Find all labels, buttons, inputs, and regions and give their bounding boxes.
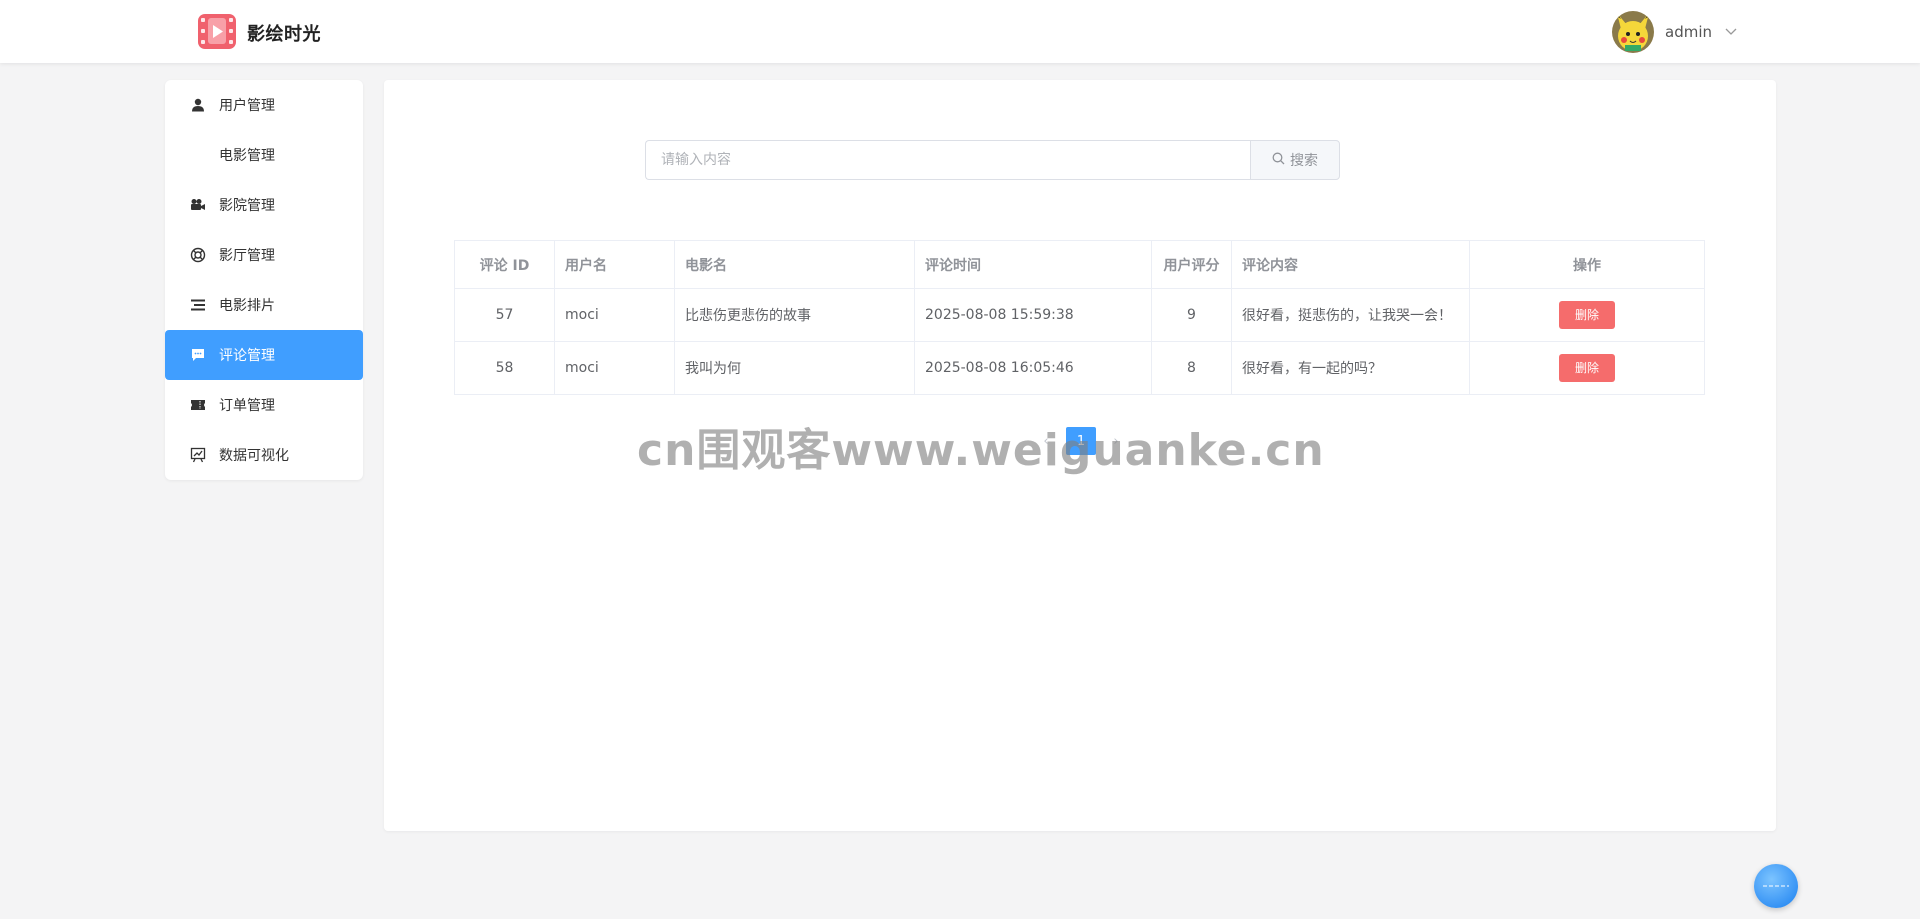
sidebar-item-halls[interactable]: 影厅管理 <box>165 230 363 280</box>
sidebar-item-label: 订单管理 <box>219 398 275 414</box>
cell-action: 删除 <box>1469 341 1705 395</box>
user-icon <box>188 95 208 115</box>
sidebar-item-comments[interactable]: 评论管理 <box>165 330 363 380</box>
blank-icon <box>188 145 208 165</box>
search-input[interactable] <box>645 140 1250 180</box>
chevron-down-icon[interactable] <box>1725 26 1737 39</box>
cell-score: 9 <box>1151 288 1232 342</box>
user-menu[interactable]: admin <box>1612 11 1737 53</box>
top-header: 影绘时光 admin <box>0 0 1920 63</box>
chevron-left-icon[interactable]: ‹ <box>1032 427 1060 455</box>
column-header: 用户评分 <box>1151 240 1232 289</box>
sidebar-item-label: 影院管理 <box>219 198 275 214</box>
comments-table: 评论 ID 用户名 电影名 评论时间 用户评分 评论内容 操作 57 moci … <box>454 240 1705 395</box>
chevron-right-icon[interactable]: › <box>1102 427 1130 455</box>
sidebar-item-cinemas[interactable]: 影院管理 <box>165 180 363 230</box>
sidebar-item-orders[interactable]: 订单管理 <box>165 380 363 430</box>
cell-time: 2025-08-08 16:05:46 <box>914 341 1152 395</box>
sidebar-item-schedule[interactable]: 电影排片 <box>165 280 363 330</box>
delete-button[interactable]: 删除 <box>1559 301 1615 329</box>
cell-movie: 我叫为何 <box>674 341 915 395</box>
column-header: 评论 ID <box>454 240 555 289</box>
username[interactable]: admin <box>1665 23 1712 41</box>
sidebar-item-label: 数据可视化 <box>219 448 289 464</box>
column-header: 评论内容 <box>1231 240 1470 289</box>
pagination: ‹ 1 › <box>1032 427 1130 455</box>
cell-id: 57 <box>454 288 555 342</box>
cell-user: moci <box>554 341 675 395</box>
list-icon <box>188 295 208 315</box>
brand-title: 影绘时光 <box>247 24 321 45</box>
sidebar-item-users[interactable]: 用户管理 <box>165 80 363 130</box>
cell-id: 58 <box>454 341 555 395</box>
sidebar-item-label: 电影排片 <box>219 298 275 314</box>
sidebar-item-movies[interactable]: 电影管理 <box>165 130 363 180</box>
floating-action-button[interactable] <box>1754 864 1798 908</box>
column-header: 评论时间 <box>914 240 1152 289</box>
sidebar-item-label: 评论管理 <box>219 348 275 364</box>
cell-content: 很好看，有一起的吗？ <box>1231 341 1470 395</box>
sidebar-menu: 用户管理 电影管理 影院管理 影厅管理 电影排片 评论管理 订单管理 数据可视化 <box>165 80 363 480</box>
sidebar-item-label: 电影管理 <box>219 148 275 164</box>
sidebar-item-visualization[interactable]: 数据可视化 <box>165 430 363 480</box>
search-icon <box>1272 152 1285 169</box>
cell-score: 8 <box>1151 341 1232 395</box>
table-row: 58 moci 我叫为何 2025-08-08 16:05:46 8 很好看，有… <box>454 341 1705 395</box>
table-header-row: 评论 ID 用户名 电影名 评论时间 用户评分 评论内容 操作 <box>454 240 1705 289</box>
search-bar: 搜索 <box>645 140 1340 180</box>
sidebar-item-label: 用户管理 <box>219 98 275 114</box>
table-row: 57 moci 比悲伤更悲伤的故事 2025-08-08 15:59:38 9 … <box>454 288 1705 342</box>
hall-icon <box>188 245 208 265</box>
cell-action: 删除 <box>1469 288 1705 342</box>
delete-button[interactable]: 删除 <box>1559 354 1615 382</box>
chart-icon <box>188 445 208 465</box>
dash-icon <box>1763 885 1789 887</box>
sidebar-item-label: 影厅管理 <box>219 248 275 264</box>
cell-time: 2025-08-08 15:59:38 <box>914 288 1152 342</box>
page-number-current[interactable]: 1 <box>1066 427 1096 455</box>
ticket-icon <box>188 395 208 415</box>
column-header: 操作 <box>1469 240 1705 289</box>
search-button[interactable]: 搜索 <box>1250 140 1340 180</box>
avatar[interactable] <box>1612 11 1654 53</box>
main-panel: 搜索 评论 ID 用户名 电影名 评论时间 用户评分 评论内容 操作 57 mo… <box>384 80 1776 831</box>
column-header: 用户名 <box>554 240 675 289</box>
column-header: 电影名 <box>674 240 915 289</box>
cell-movie: 比悲伤更悲伤的故事 <box>674 288 915 342</box>
camera-icon <box>188 195 208 215</box>
cell-content: 很好看，挺悲伤的，让我哭一会！ <box>1231 288 1470 342</box>
logo-icon <box>198 14 236 49</box>
cell-user: moci <box>554 288 675 342</box>
comment-icon <box>188 345 208 365</box>
search-button-label: 搜索 <box>1290 153 1318 169</box>
